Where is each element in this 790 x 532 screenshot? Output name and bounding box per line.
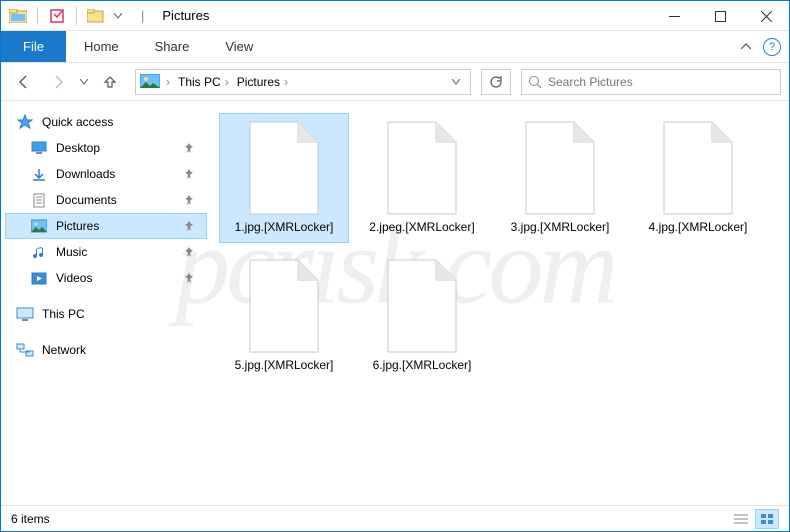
- tab-share[interactable]: Share: [137, 31, 208, 62]
- sidebar-item-videos[interactable]: Videos: [5, 265, 207, 291]
- sidebar-item-label: Network: [42, 343, 86, 357]
- file-name: 1.jpg.[XMRLocker]: [235, 220, 334, 236]
- file-item[interactable]: 5.jpg.[XMRLocker]: [219, 251, 349, 381]
- computer-icon: [16, 306, 34, 322]
- navbar: › This PC › Pictures ›: [1, 63, 789, 101]
- file-item[interactable]: 4.jpg.[XMRLocker]: [633, 113, 763, 243]
- sidebar-this-pc[interactable]: This PC: [5, 301, 207, 327]
- address-bar[interactable]: › This PC › Pictures ›: [135, 69, 471, 95]
- qat-separator: [76, 7, 77, 25]
- network-icon: [16, 342, 34, 358]
- sidebar-item-label: Videos: [56, 271, 92, 285]
- search-box[interactable]: [521, 69, 781, 95]
- chevron-right-icon: ›: [284, 75, 288, 89]
- explorer-icon: [9, 7, 27, 25]
- statusbar: 6 items: [1, 505, 789, 531]
- qat-dropdown-icon[interactable]: [113, 7, 123, 25]
- tab-view[interactable]: View: [207, 31, 271, 62]
- minimize-button[interactable]: [651, 1, 697, 31]
- file-icon: [382, 120, 462, 216]
- videos-icon: [30, 270, 48, 286]
- new-folder-qat-icon[interactable]: [87, 7, 105, 25]
- sidebar-quick-access[interactable]: Quick access: [5, 109, 207, 135]
- pin-icon: [184, 143, 194, 153]
- sidebar-item-label: Quick access: [42, 115, 113, 129]
- file-name: 6.jpg.[XMRLocker]: [373, 358, 472, 374]
- ribbon-collapse-icon[interactable]: [741, 43, 751, 51]
- file-item[interactable]: 3.jpg.[XMRLocker]: [495, 113, 625, 243]
- chevron-right-icon: ›: [225, 75, 229, 89]
- item-count: 6 items: [11, 512, 50, 526]
- documents-icon: [30, 192, 48, 208]
- search-input[interactable]: [542, 75, 774, 89]
- tab-home[interactable]: Home: [66, 31, 137, 62]
- pin-icon: [184, 273, 194, 283]
- file-tab[interactable]: File: [1, 31, 66, 62]
- address-dropdown-icon[interactable]: [446, 79, 466, 85]
- details-view-button[interactable]: [729, 509, 753, 529]
- forward-button[interactable]: [43, 68, 73, 96]
- refresh-button[interactable]: [481, 69, 511, 95]
- pictures-icon: [30, 218, 48, 234]
- navigation-pane: Quick access Desktop Downloads Documents Pi…: [1, 101, 211, 505]
- file-name: 4.jpg.[XMRLocker]: [649, 220, 748, 236]
- ribbon: File Home Share View ?: [1, 31, 789, 63]
- sidebar-network[interactable]: Network: [5, 337, 207, 363]
- file-icon: [520, 120, 600, 216]
- file-icon: [244, 120, 324, 216]
- recent-dropdown-icon[interactable]: [77, 68, 91, 96]
- pin-icon: [184, 169, 194, 179]
- breadcrumb-label: Pictures: [237, 75, 280, 89]
- file-name: 5.jpg.[XMRLocker]: [235, 358, 334, 374]
- properties-icon[interactable]: [48, 7, 66, 25]
- sidebar-item-downloads[interactable]: Downloads: [5, 161, 207, 187]
- back-button[interactable]: [9, 68, 39, 96]
- pin-icon: [184, 247, 194, 257]
- file-icon: [658, 120, 738, 216]
- sidebar-item-label: Music: [56, 245, 87, 259]
- help-icon[interactable]: ?: [763, 38, 781, 56]
- close-button[interactable]: [743, 1, 789, 31]
- sidebar-item-label: Downloads: [56, 167, 115, 181]
- breadcrumb-root-sep: ›: [166, 75, 170, 89]
- sidebar-item-documents[interactable]: Documents: [5, 187, 207, 213]
- file-name: 3.jpg.[XMRLocker]: [511, 220, 610, 236]
- sidebar-item-music[interactable]: Music: [5, 239, 207, 265]
- pin-icon: [184, 221, 194, 231]
- desktop-icon: [30, 140, 48, 156]
- downloads-icon: [30, 166, 48, 182]
- breadcrumb-this-pc[interactable]: This PC ›: [174, 75, 233, 89]
- sidebar-item-label: Pictures: [56, 219, 99, 233]
- window-title-sep: |: [141, 8, 144, 23]
- sidebar-item-label: This PC: [42, 307, 85, 321]
- sidebar-item-label: Documents: [56, 193, 117, 207]
- file-item[interactable]: 6.jpg.[XMRLocker]: [357, 251, 487, 381]
- pictures-icon: [140, 74, 160, 90]
- star-icon: [16, 114, 34, 130]
- pin-icon: [184, 195, 194, 205]
- qat-separator: [37, 7, 38, 25]
- file-icon: [382, 258, 462, 354]
- maximize-button[interactable]: [697, 1, 743, 31]
- titlebar: | Pictures: [1, 1, 789, 31]
- up-button[interactable]: [95, 68, 125, 96]
- file-name: 2.jpeg.[XMRLocker]: [369, 220, 474, 236]
- file-icon: [244, 258, 324, 354]
- music-icon: [30, 244, 48, 260]
- sidebar-item-pictures[interactable]: Pictures: [5, 213, 207, 239]
- breadcrumb-pictures[interactable]: Pictures ›: [233, 75, 292, 89]
- icons-view-button[interactable]: [755, 509, 779, 529]
- window-title: Pictures: [162, 8, 209, 23]
- sidebar-item-desktop[interactable]: Desktop: [5, 135, 207, 161]
- sidebar-item-label: Desktop: [56, 141, 100, 155]
- file-item[interactable]: 1.jpg.[XMRLocker]: [219, 113, 349, 243]
- file-item[interactable]: 2.jpeg.[XMRLocker]: [357, 113, 487, 243]
- file-list[interactable]: 1.jpg.[XMRLocker] 2.jpeg.[XMRLocker] 3.jpg…: [211, 101, 789, 505]
- breadcrumb-label: This PC: [178, 75, 221, 89]
- search-icon: [528, 75, 542, 89]
